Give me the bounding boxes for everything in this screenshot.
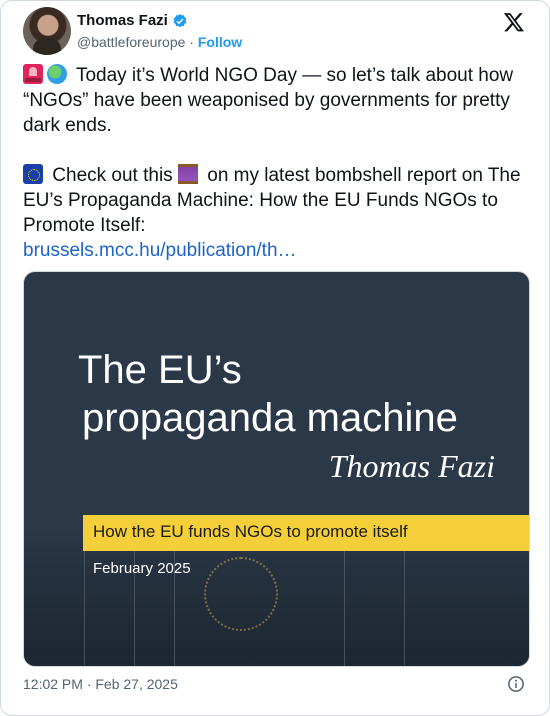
avatar[interactable] — [23, 7, 71, 55]
tweet-paragraph-1: Today it’s World NGO Day — so let’s talk… — [23, 63, 533, 138]
cover-title-line1: The EU’s — [78, 348, 242, 392]
thread-emoji-icon — [177, 164, 198, 184]
building-column — [344, 546, 345, 666]
tweet-line1-text: Today it’s World NGO Day — so let’s talk… — [23, 65, 514, 136]
siren-emoji-icon — [23, 64, 43, 84]
cover-title-line2: propaganda machine — [82, 396, 458, 440]
cover-author: Thomas Fazi — [328, 448, 495, 484]
cover-subtitle-banner: How the EU funds NGOs to promote itself — [83, 515, 529, 551]
globe-emoji-icon — [47, 64, 67, 84]
media-card[interactable]: The EU’s propaganda machine Thomas Fazi … — [23, 271, 530, 667]
tweet-paragraph-2: Check out this on my latest bombshell re… — [23, 163, 533, 263]
tweet-timestamp[interactable]: 12:02 PM · Feb 27, 2025 — [23, 676, 178, 692]
verified-badge-icon — [173, 13, 187, 27]
tweet-text: Today it’s World NGO Day — so let’s talk… — [23, 63, 533, 263]
tweet-header: Thomas Fazi @battleforeurope · Follow — [23, 7, 533, 57]
report-link[interactable]: brussels.mcc.hu/publication/th… — [23, 240, 297, 261]
tweet-line2-pre: Check out this — [52, 165, 173, 186]
eu-flag-emoji-icon — [23, 164, 43, 184]
author-handle-row: @battleforeurope · Follow — [77, 34, 242, 50]
separator-dot: · — [189, 34, 194, 50]
building-column — [404, 546, 405, 666]
tweet-card: Thomas Fazi @battleforeurope · Follow To… — [0, 0, 550, 716]
info-icon[interactable] — [507, 675, 525, 693]
eu-stars-icon — [204, 557, 278, 631]
building-column — [84, 546, 85, 666]
author-name[interactable]: Thomas Fazi — [77, 12, 168, 29]
follow-button[interactable]: Follow — [198, 34, 242, 50]
x-logo-icon[interactable] — [503, 11, 525, 33]
cover-date: February 2025 — [93, 560, 191, 577]
author-name-row: Thomas Fazi — [77, 12, 188, 29]
cover-subtitle: How the EU funds NGOs to promote itself — [93, 522, 408, 541]
author-handle[interactable]: @battleforeurope — [77, 34, 185, 50]
